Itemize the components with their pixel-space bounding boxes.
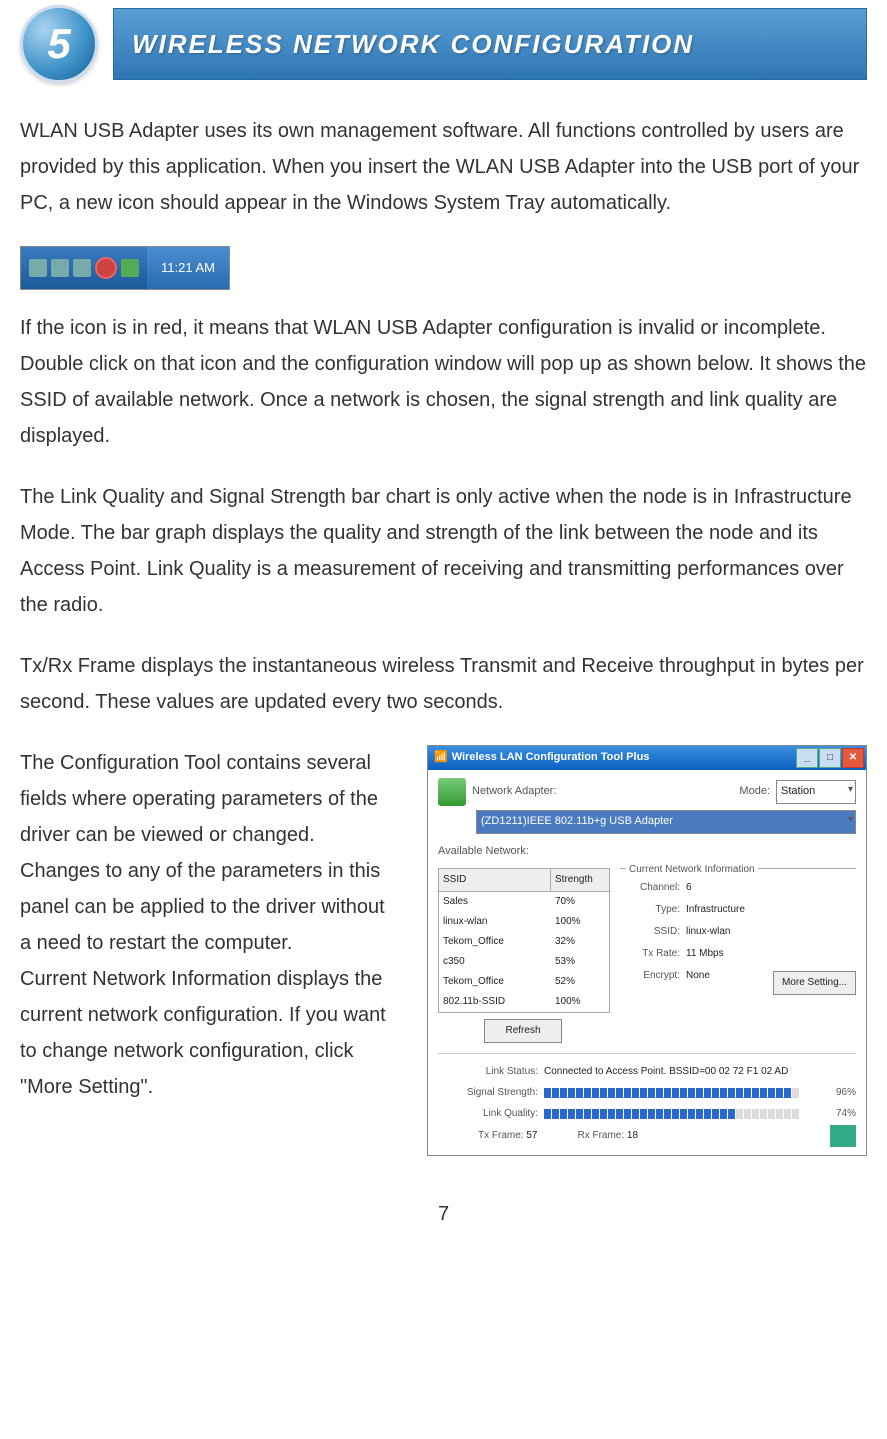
adapter-select[interactable]: (ZD1211)IEEE 802.11b+g USB Adapter — [476, 810, 856, 834]
body-paragraph-3: The Link Quality and Signal Strength bar… — [20, 479, 867, 623]
config-dialog-screenshot: 📶 Wireless LAN Configuration Tool Plus _… — [427, 745, 867, 1156]
rx-frame-label: Rx Frame: — [577, 1130, 624, 1141]
mode-select[interactable]: Station — [776, 780, 856, 804]
dialog-titlebar: 📶 Wireless LAN Configuration Tool Plus _… — [428, 746, 866, 770]
dialog-title: Wireless LAN Configuration Tool Plus — [452, 748, 796, 768]
page-number: 7 — [20, 1196, 867, 1232]
strength-column-header: Strength — [551, 869, 609, 891]
tx-frame-value: 57 — [526, 1130, 537, 1141]
step-number-badge: 5 — [20, 5, 98, 83]
link-quality-label: Link Quality: — [438, 1105, 538, 1123]
body-paragraph-4: Tx/Rx Frame displays the instantaneous w… — [20, 648, 867, 720]
signal-strength-value: 96% — [820, 1084, 856, 1102]
system-tray-screenshot: 11:21 AM — [20, 246, 230, 290]
tray-icons-group — [21, 247, 147, 289]
maximize-button[interactable]: □ — [819, 748, 841, 768]
body-paragraph-1: WLAN USB Adapter uses its own management… — [20, 113, 867, 221]
channel-value: 6 — [686, 879, 692, 897]
txrate-value: 11 Mbps — [686, 945, 724, 963]
refresh-button[interactable]: Refresh — [484, 1019, 561, 1043]
rx-frame-value: 18 — [627, 1130, 638, 1141]
info-box-title: Current Network Information — [626, 861, 758, 879]
brand-logo-icon — [830, 1125, 856, 1147]
tray-icon — [121, 259, 139, 277]
tray-clock: 11:21 AM — [147, 247, 229, 289]
tx-frame-label: Tx Frame: — [478, 1130, 524, 1141]
link-status-value: Connected to Access Point. BSSID=00 02 7… — [544, 1063, 788, 1081]
table-row[interactable]: Tekom_Office32% — [439, 932, 609, 952]
available-networks-table[interactable]: SSID Strength Sales70% linux-wlan100% Te… — [438, 868, 610, 1013]
available-network-label: Available Network: — [438, 842, 856, 862]
table-row[interactable]: Sales70% — [439, 892, 609, 912]
section-title: WIRELESS NETWORK CONFIGURATION — [113, 8, 867, 81]
table-row[interactable]: 802.11b-SSID100% — [439, 992, 609, 1012]
tray-icon — [29, 259, 47, 277]
signal-strength-label: Signal Strength: — [438, 1084, 538, 1102]
link-quality-value: 74% — [820, 1105, 856, 1123]
type-value: Infrastructure — [686, 901, 745, 919]
body-paragraph-2: If the icon is in red, it means that WLA… — [20, 310, 867, 454]
table-row[interactable]: linux-wlan100% — [439, 912, 609, 932]
link-status-label: Link Status: — [438, 1063, 538, 1081]
adapter-icon — [438, 778, 466, 806]
link-quality-bar — [544, 1109, 814, 1119]
body-paragraph-5a: The Configuration Tool contains several … — [20, 745, 397, 961]
wireless-icon: 📶 — [434, 748, 448, 768]
ssid-column-header: SSID — [439, 869, 551, 891]
signal-strength-bar — [544, 1088, 814, 1098]
minimize-button[interactable]: _ — [796, 748, 818, 768]
current-network-info: Current Network Information Channel:6 Ty… — [620, 868, 856, 1043]
tray-icon — [51, 259, 69, 277]
tray-icon — [73, 259, 91, 277]
more-setting-button[interactable]: More Setting... — [773, 971, 856, 995]
table-row[interactable]: c35053% — [439, 952, 609, 972]
wlan-adapter-icon — [95, 257, 117, 279]
close-button[interactable]: ✕ — [842, 748, 864, 768]
encrypt-value: None — [686, 967, 710, 995]
ssid-value: linux-wlan — [686, 923, 730, 941]
section-header: 5 WIRELESS NETWORK CONFIGURATION — [20, 5, 867, 83]
table-row[interactable]: Tekom_Office52% — [439, 972, 609, 992]
network-adapter-label: Network Adapter: — [472, 782, 556, 802]
mode-label: Mode: — [739, 782, 770, 802]
body-paragraph-5b: Current Network Information displays the… — [20, 961, 397, 1105]
